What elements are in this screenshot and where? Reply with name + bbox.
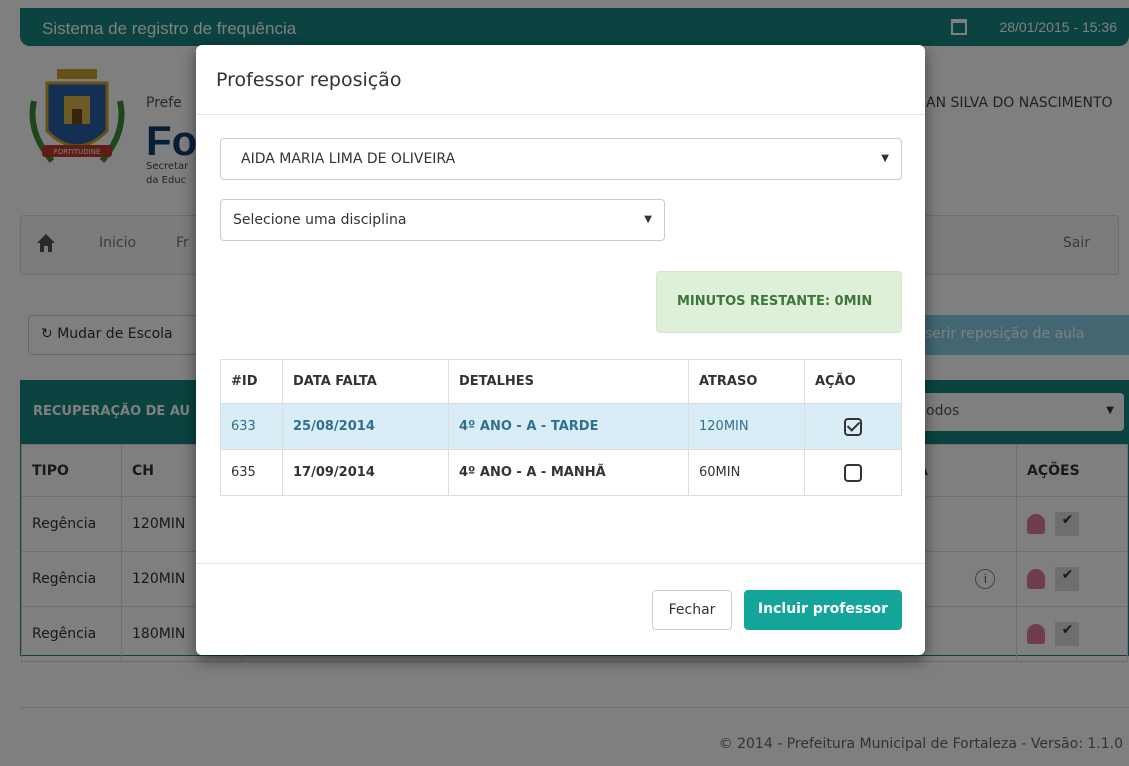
remaining-minutes-alert: MINUTOS RESTANTE: 0MIN [656, 271, 902, 333]
absences-table: #ID DATA FALTA DETALHES ATRASO AÇÃO 633 … [220, 359, 902, 496]
add-professor-button[interactable]: Incluir professor [744, 590, 902, 630]
chevron-down-icon: ▼ [644, 214, 652, 225]
checkbox-checked-icon[interactable] [844, 417, 862, 436]
column-header: #ID [220, 359, 283, 404]
column-header: DATA FALTA [282, 359, 449, 404]
table-row[interactable]: 633 25/08/2014 4º ANO - A - TARDE 120MIN [220, 403, 902, 450]
professor-select[interactable]: AIDA MARIA LIMA DE OLIVEIRA ▼ [220, 138, 902, 180]
column-header: AÇÃO [804, 359, 902, 404]
close-button[interactable]: Fechar [652, 590, 732, 630]
checkbox-icon[interactable] [844, 463, 862, 482]
chevron-down-icon: ▼ [881, 153, 889, 164]
professor-modal: Professor reposição AIDA MARIA LIMA DE O… [196, 45, 925, 655]
modal-title: Professor reposição [216, 69, 402, 91]
column-header: DETALHES [448, 359, 689, 404]
discipline-select[interactable]: Selecione uma disciplina ▼ [220, 199, 665, 241]
table-row[interactable]: 635 17/09/2014 4º ANO - A - MANHÃ 60MIN [220, 449, 902, 496]
column-header: ATRASO [688, 359, 805, 404]
